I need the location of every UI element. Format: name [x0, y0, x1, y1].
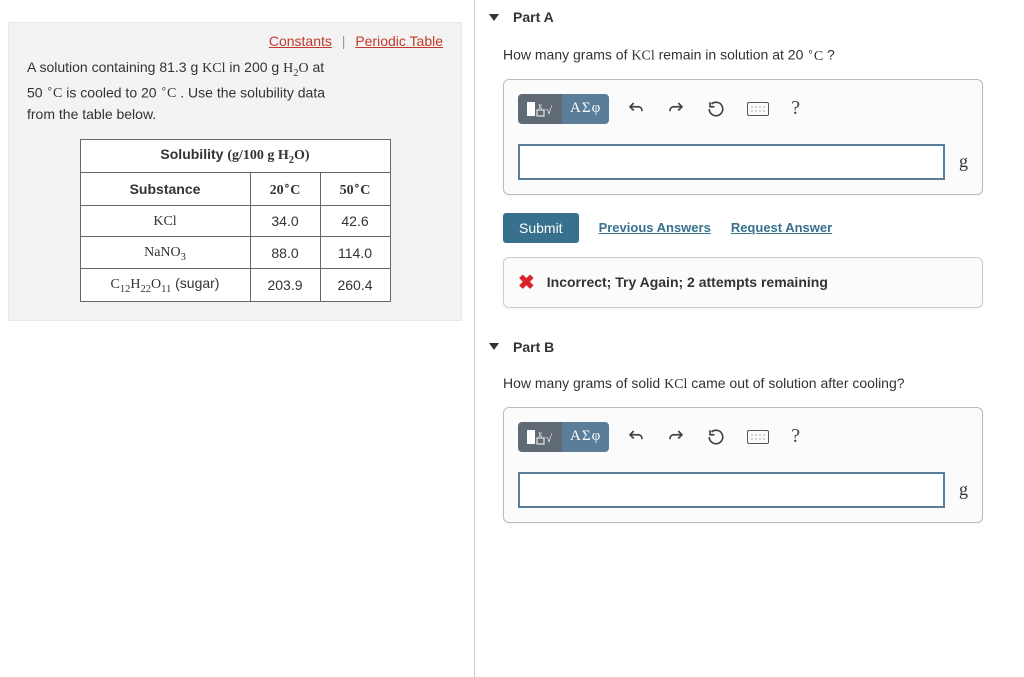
part-a-answer-input[interactable]	[518, 144, 945, 180]
templates-button[interactable]: x͟√	[518, 422, 562, 452]
solubility-table: Solubility (g/100 g H2O) Substance 20∘C …	[80, 139, 391, 302]
table-row: KCl 34.0 42.6	[80, 205, 390, 236]
svg-text:√: √	[546, 433, 553, 445]
caret-down-icon	[489, 343, 499, 350]
help-button[interactable]: ?	[787, 94, 804, 124]
col-substance: Substance	[80, 173, 250, 206]
periodic-table-link[interactable]: Periodic Table	[355, 33, 443, 49]
problem-info-box: Constants | Periodic Table A solution co…	[8, 22, 462, 321]
part-a-submit-row: Submit Previous Answers Request Answer	[503, 213, 1024, 243]
part-a-question: How many grams of KCl remain in solution…	[475, 33, 1024, 79]
keyboard-icon	[747, 430, 769, 444]
reset-button[interactable]	[703, 422, 729, 452]
reference-links: Constants | Periodic Table	[27, 33, 443, 49]
part-b-unit: g	[959, 479, 968, 500]
keyboard-icon	[747, 102, 769, 116]
answer-toolbar: x͟√ ΑΣφ ?	[518, 94, 968, 124]
feedback-text: Incorrect; Try Again; 2 attempts remaini…	[547, 274, 828, 290]
part-b-title: Part B	[513, 339, 554, 355]
table-row: NaNO3 88.0 114.0	[80, 236, 390, 269]
keyboard-button[interactable]	[743, 422, 773, 452]
format-group: x͟√ ΑΣφ	[518, 94, 609, 124]
table-row: C12H22O11 (sugar) 203.9 260.4	[80, 269, 390, 302]
request-answer-link[interactable]: Request Answer	[731, 220, 832, 235]
constants-link[interactable]: Constants	[269, 33, 332, 49]
help-button[interactable]: ?	[787, 422, 804, 452]
col-50c: 50∘C	[320, 173, 390, 206]
link-separator: |	[342, 33, 346, 49]
redo-button[interactable]	[663, 422, 689, 452]
part-a-answer-box: x͟√ ΑΣφ ? g	[503, 79, 983, 195]
format-group: x͟√ ΑΣφ	[518, 422, 609, 452]
incorrect-icon: ✖	[518, 270, 535, 295]
undo-button[interactable]	[623, 422, 649, 452]
redo-button[interactable]	[663, 94, 689, 124]
previous-answers-link[interactable]: Previous Answers	[599, 220, 711, 235]
part-a-title: Part A	[513, 9, 554, 25]
part-b-answer-input[interactable]	[518, 472, 945, 508]
part-b-header[interactable]: Part B	[475, 330, 1024, 363]
undo-button[interactable]	[623, 94, 649, 124]
part-b-answer-box: x͟√ ΑΣφ ? g	[503, 407, 983, 523]
greek-button[interactable]: ΑΣφ	[562, 94, 609, 124]
reset-button[interactable]	[703, 94, 729, 124]
part-a-header[interactable]: Part A	[475, 0, 1024, 33]
col-20c: 20∘C	[250, 173, 320, 206]
answer-toolbar: x͟√ ΑΣφ ?	[518, 422, 968, 452]
part-b-question: How many grams of solid KCl came out of …	[475, 363, 1024, 407]
part-a-unit: g	[959, 151, 968, 172]
feedback-box: ✖ Incorrect; Try Again; 2 attempts remai…	[503, 257, 983, 308]
problem-statement: A solution containing 81.3 g KCl in 200 …	[27, 57, 443, 125]
greek-button[interactable]: ΑΣφ	[562, 422, 609, 452]
submit-button[interactable]: Submit	[503, 213, 579, 243]
table-header: Solubility (g/100 g H2O)	[80, 140, 390, 173]
svg-text:√: √	[546, 105, 553, 117]
caret-down-icon	[489, 14, 499, 21]
templates-button[interactable]: x͟√	[518, 94, 562, 124]
keyboard-button[interactable]	[743, 94, 773, 124]
